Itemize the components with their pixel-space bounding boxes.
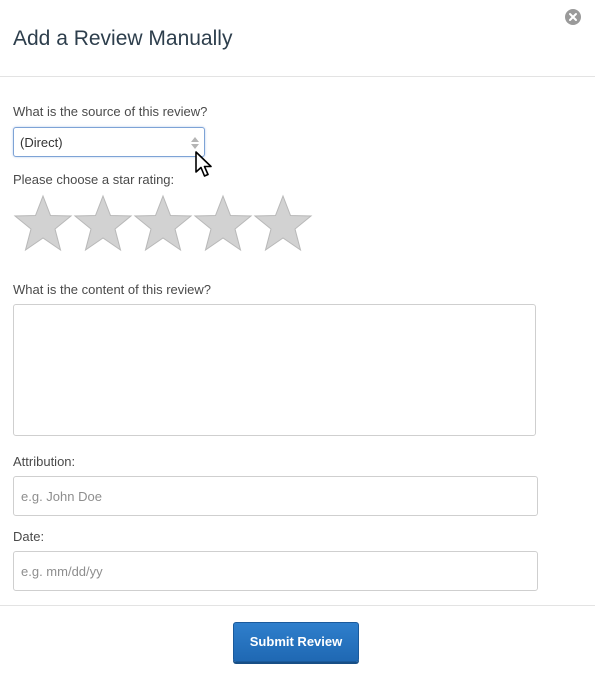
star-rating <box>12 194 317 254</box>
star-1-icon[interactable] <box>12 194 74 254</box>
header-divider <box>0 76 595 77</box>
attribution-label: Attribution: <box>13 454 76 469</box>
star-4-icon[interactable] <box>192 194 254 254</box>
content-label: What is the content of this review? <box>13 282 211 297</box>
date-label: Date: <box>13 529 45 544</box>
modal-title: Add a Review Manually <box>13 27 233 50</box>
submit-review-button[interactable]: Submit Review <box>233 622 359 662</box>
content-textarea[interactable] <box>13 304 536 436</box>
attribution-input[interactable]: e.g. John Doe <box>13 476 538 516</box>
star-3-icon[interactable] <box>132 194 194 254</box>
attribution-placeholder: e.g. John Doe <box>21 489 102 504</box>
date-placeholder: e.g. mm/dd/yy <box>21 564 103 579</box>
source-label: What is the source of this review? <box>13 104 208 119</box>
close-icon[interactable] <box>565 9 581 25</box>
star-2-icon[interactable] <box>72 194 134 254</box>
star-5-icon[interactable] <box>252 194 314 254</box>
source-select[interactable]: (Direct) <box>13 127 205 157</box>
footer-divider <box>0 605 595 606</box>
rating-label: Please choose a star rating: <box>13 172 175 187</box>
add-review-modal: Add a Review Manually What is the source… <box>0 0 595 673</box>
source-select-value: (Direct) <box>20 135 63 150</box>
select-arrows-icon <box>191 137 199 149</box>
date-input[interactable]: e.g. mm/dd/yy <box>13 551 538 591</box>
